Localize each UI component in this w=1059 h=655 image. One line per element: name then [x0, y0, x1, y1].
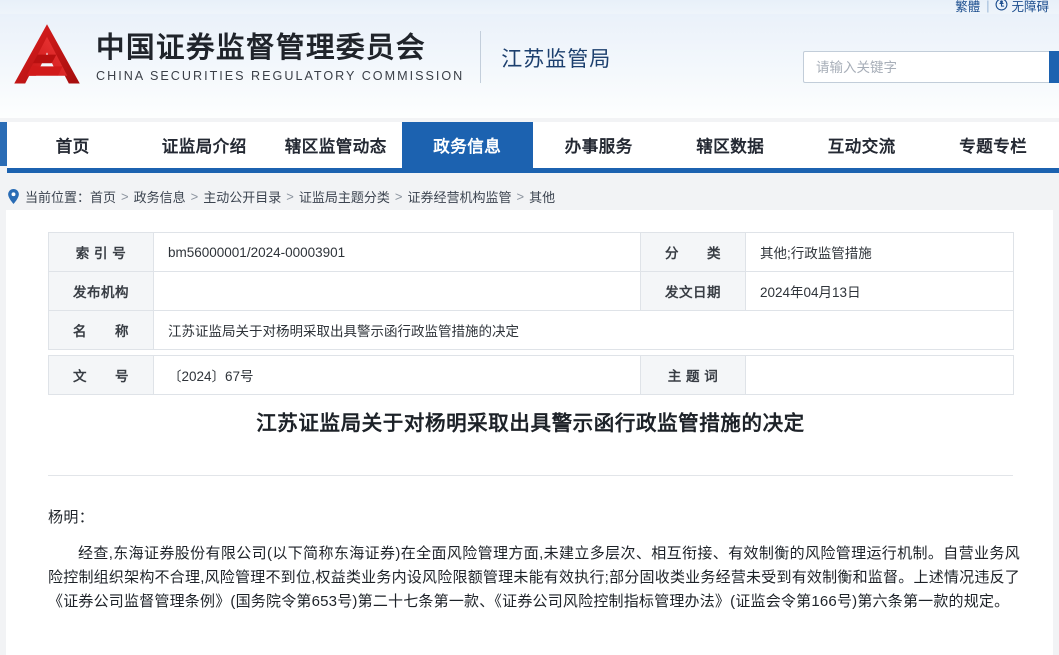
nav-item-interaction[interactable]: 互动交流 — [796, 122, 928, 168]
breadcrumb-prefix: 当前位置： — [25, 189, 91, 205]
bureau-name: 江苏监管局 — [501, 48, 612, 71]
metadata-label-name: 名 称 — [48, 310, 154, 350]
metadata-value-category: 其他;行政监管措施 — [745, 232, 1014, 272]
table-row: 索 引 号 bm56000001/2024-00003901 分 类 其他;行政… — [48, 232, 1014, 272]
content-panel: 索 引 号 bm56000001/2024-00003901 分 类 其他;行政… — [6, 210, 1053, 655]
metadata-value-index-number: bm56000001/2024-00003901 — [153, 232, 641, 272]
nav-item-bureau-intro[interactable]: 证监局介绍 — [139, 122, 271, 168]
breadcrumb: 当前位置： 首页 > 政务信息 > 主动公开目录 > 证监局主题分类 > 证券经… — [0, 183, 1059, 209]
accessibility-label: 无障碍 — [1011, 0, 1049, 14]
metadata-label-issuing-agency: 发布机构 — [48, 271, 154, 311]
breadcrumb-separator: > — [394, 188, 403, 204]
site-header: 中国证券监督管理委员会 CHINA SECURITIES REGULATORY … — [0, 14, 1059, 118]
metadata-label-issue-date: 发文日期 — [640, 271, 746, 311]
breadcrumb-item-other[interactable]: 其他 — [529, 187, 555, 206]
nav-item-government-info[interactable]: 政务信息 — [401, 122, 533, 168]
table-row: 发布机构 发文日期 2024年04月13日 — [48, 271, 1014, 311]
nav-item-special-column[interactable]: 专题专栏 — [928, 122, 1059, 168]
top-link-separator: | — [986, 0, 990, 13]
breadcrumb-item-topic-classification[interactable]: 证监局主题分类 — [299, 187, 390, 206]
breadcrumb-item-government-info[interactable]: 政务信息 — [134, 187, 186, 206]
site-logo-area[interactable]: 中国证券监督管理委员会 CHINA SECURITIES REGULATORY … — [8, 18, 611, 96]
top-utility-bar: 繁體 | 无障碍 — [0, 0, 1059, 14]
metadata-value-keywords — [745, 355, 1014, 395]
nav-item-regional-news[interactable]: 辖区监管动态 — [270, 122, 402, 168]
title-divider — [48, 475, 1013, 476]
breadcrumb-item-home[interactable]: 首页 — [90, 187, 116, 206]
search-button[interactable] — [1049, 51, 1059, 83]
nav-left-accent — [0, 122, 7, 166]
main-navigation: 首页 证监局介绍 辖区监管动态 政务信息 办事服务 辖区数据 互动交流 专题专栏 — [0, 118, 1059, 173]
metadata-label-keywords: 主 题 词 — [640, 355, 746, 395]
metadata-value-issue-date: 2024年04月13日 — [745, 271, 1014, 311]
page-title: 江苏证监局关于对杨明采取出具警示函行政监管措施的决定 — [256, 412, 805, 435]
accessibility-link[interactable]: 无障碍 — [995, 0, 1049, 14]
logo-divider — [480, 31, 482, 83]
metadata-value-document-number: 〔2024〕67号 — [153, 355, 641, 395]
breadcrumb-separator: > — [286, 188, 294, 204]
table-row: 文 号 〔2024〕67号 主 题 词 — [48, 355, 1014, 395]
search-box — [803, 51, 1059, 83]
document-metadata-table: 索 引 号 bm56000001/2024-00003901 分 类 其他;行政… — [48, 232, 1014, 395]
top-utility-links: 繁體 | 无障碍 — [955, 0, 1049, 14]
location-pin-icon — [7, 188, 20, 204]
table-row: 名 称 江苏证监局关于对杨明采取出具警示函行政监管措施的决定 — [48, 310, 1014, 350]
breadcrumb-item-securities-institution-supervision[interactable]: 证券经营机构监管 — [407, 187, 511, 206]
wheelchair-icon — [995, 0, 1008, 14]
nav-item-regional-data[interactable]: 辖区数据 — [665, 122, 797, 168]
metadata-label-index-number: 索 引 号 — [48, 232, 154, 272]
csrc-emblem-logo-icon — [8, 18, 86, 96]
nav-underline — [7, 168, 1059, 173]
search-input[interactable] — [803, 51, 1049, 83]
breadcrumb-separator: > — [121, 188, 129, 204]
nav-bar: 首页 证监局介绍 辖区监管动态 政务信息 办事服务 辖区数据 互动交流 专题专栏 — [7, 122, 1059, 168]
site-logo-text: 中国证券监督管理委员会 CHINA SECURITIES REGULATORY … — [96, 31, 464, 83]
breadcrumb-item-public-directory[interactable]: 主动公开目录 — [203, 187, 281, 206]
breadcrumb-separator: > — [190, 188, 199, 204]
traditional-chinese-link[interactable]: 繁體 — [955, 0, 980, 14]
org-name-cn: 中国证券监督管理委员会 — [96, 31, 427, 64]
article-body-paragraph: 经查,东海证券股份有限公司(以下简称东海证券)在全面风险管理方面,未建立多层次、… — [48, 545, 1020, 610]
metadata-label-document-number: 文 号 — [48, 355, 154, 395]
breadcrumb-separator: > — [516, 188, 525, 204]
nav-item-home[interactable]: 首页 — [7, 122, 139, 168]
org-name-en: CHINA SECURITIES REGULATORY COMMISSION — [96, 69, 465, 84]
metadata-value-issuing-agency — [153, 271, 641, 311]
metadata-value-name: 江苏证监局关于对杨明采取出具警示函行政监管措施的决定 — [153, 310, 1014, 350]
metadata-label-category: 分 类 — [640, 232, 746, 272]
nav-item-services[interactable]: 办事服务 — [533, 122, 665, 168]
article-salutation: 杨明： — [48, 509, 95, 526]
